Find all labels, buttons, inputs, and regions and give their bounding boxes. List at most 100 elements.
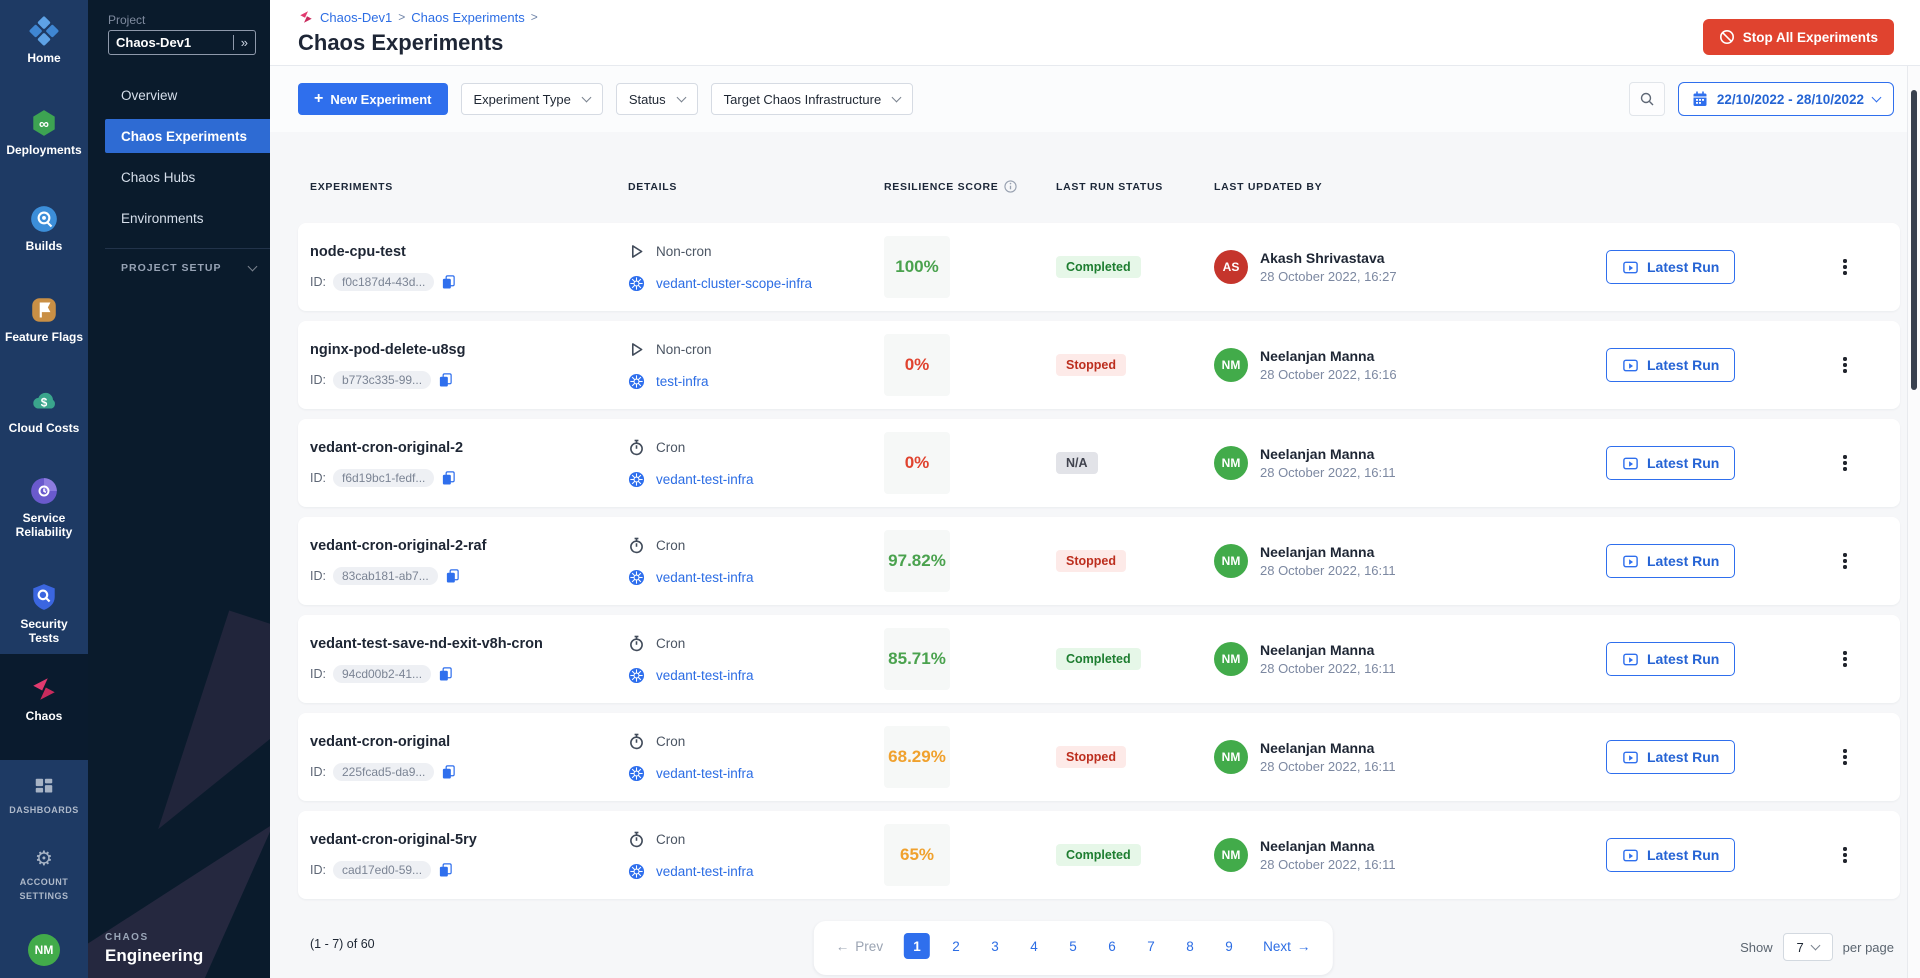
page-button[interactable]: 7 bbox=[1138, 933, 1164, 959]
status-filter[interactable]: Status bbox=[616, 83, 698, 115]
project-selector[interactable]: Chaos-Dev1 » bbox=[108, 30, 256, 55]
page-button[interactable]: 3 bbox=[982, 933, 1008, 959]
updated-by-name: Akash Shrivastava bbox=[1260, 250, 1397, 266]
page-button[interactable]: 6 bbox=[1099, 933, 1125, 959]
infrastructure-link[interactable]: test-infra bbox=[656, 374, 709, 389]
row-menu-kebab-icon[interactable] bbox=[1836, 451, 1854, 475]
builds-icon bbox=[29, 204, 59, 234]
table-row[interactable]: vedant-cron-original-5ry ID: cad17ed0-59… bbox=[298, 811, 1900, 899]
next-page-button[interactable]: Next → bbox=[1263, 939, 1310, 954]
sidebar-item-overview[interactable]: Overview bbox=[105, 78, 270, 112]
updated-by-name: Neelanjan Manna bbox=[1260, 838, 1396, 854]
page-button[interactable]: 2 bbox=[943, 933, 969, 959]
search-button[interactable] bbox=[1629, 82, 1665, 116]
latest-run-button[interactable]: Latest Run bbox=[1606, 250, 1735, 284]
experiments-list: node-cpu-test ID: f0c187d4-43d... Non-cr… bbox=[270, 223, 1920, 899]
sidebar-item-chaos-hubs[interactable]: Chaos Hubs bbox=[105, 160, 270, 194]
row-menu-kebab-icon[interactable] bbox=[1836, 353, 1854, 377]
infrastructure-link[interactable]: vedant-test-infra bbox=[656, 570, 754, 585]
latest-run-button[interactable]: Latest Run bbox=[1606, 740, 1735, 774]
run-video-icon bbox=[1622, 553, 1639, 570]
sidebar-item-home[interactable]: Home bbox=[0, 16, 88, 65]
updated-date: 28 October 2022, 16:16 bbox=[1260, 367, 1397, 382]
play-icon bbox=[628, 243, 645, 260]
copy-icon[interactable] bbox=[445, 568, 460, 583]
breadcrumb-experiments-link[interactable]: Chaos Experiments bbox=[411, 10, 524, 25]
gear-icon: ⚙ bbox=[33, 848, 55, 870]
sidebar-item-chaos[interactable]: Chaos bbox=[0, 674, 88, 723]
user-avatar[interactable]: NM bbox=[28, 934, 60, 966]
infrastructure-link[interactable]: vedant-cluster-scope-infra bbox=[656, 276, 812, 291]
row-menu-kebab-icon[interactable] bbox=[1836, 549, 1854, 573]
row-menu-kebab-icon[interactable] bbox=[1836, 745, 1854, 769]
sidebar-item-deployments[interactable]: ∞ Deployments bbox=[0, 108, 88, 157]
page-size-select[interactable]: 7 bbox=[1783, 933, 1833, 961]
experiment-id: f0c187d4-43d... bbox=[333, 273, 434, 291]
sidebar-item-dashboards[interactable]: DASHBOARDS bbox=[0, 776, 88, 817]
kubernetes-icon bbox=[628, 569, 645, 586]
sidebar-item-security-tests[interactable]: Security Tests bbox=[0, 582, 88, 645]
stop-all-experiments-button[interactable]: Stop All Experiments bbox=[1703, 19, 1894, 55]
page-button[interactable]: 8 bbox=[1177, 933, 1203, 959]
page-button[interactable]: 9 bbox=[1216, 933, 1242, 959]
copy-icon[interactable] bbox=[441, 274, 456, 289]
play-icon bbox=[628, 341, 645, 358]
project-setup-toggle[interactable]: PROJECT SETUP bbox=[121, 262, 256, 274]
experiment-name: vedant-cron-original-2-raf bbox=[310, 538, 628, 554]
kubernetes-icon bbox=[628, 863, 645, 880]
resilience-score: 97.82% bbox=[884, 530, 950, 592]
stopwatch-icon bbox=[628, 537, 645, 554]
page-button[interactable]: 1 bbox=[904, 933, 930, 959]
infrastructure-link[interactable]: vedant-test-infra bbox=[656, 668, 754, 683]
new-experiment-button[interactable]: + New Experiment bbox=[298, 83, 448, 115]
collapse-sidebar-icon[interactable]: » bbox=[233, 35, 248, 50]
avatar: NM bbox=[1214, 348, 1248, 382]
scrollbar-thumb[interactable] bbox=[1911, 90, 1917, 390]
copy-icon[interactable] bbox=[438, 372, 453, 387]
row-menu-kebab-icon[interactable] bbox=[1836, 647, 1854, 671]
latest-run-button[interactable]: Latest Run bbox=[1606, 544, 1735, 578]
prev-page-button[interactable]: ← Prev bbox=[836, 939, 883, 954]
experiment-type-filter[interactable]: Experiment Type bbox=[461, 83, 603, 115]
infrastructure-link[interactable]: vedant-test-infra bbox=[656, 472, 754, 487]
table-row[interactable]: vedant-cron-original-2 ID: f6d19bc1-fedf… bbox=[298, 419, 1900, 507]
infrastructure-link[interactable]: vedant-test-infra bbox=[656, 766, 754, 781]
copy-icon[interactable] bbox=[441, 470, 456, 485]
sidebar-item-service-reliability[interactable]: Service Reliability bbox=[0, 476, 88, 539]
cloud-costs-icon: $ bbox=[29, 386, 59, 416]
page-button[interactable]: 4 bbox=[1021, 933, 1047, 959]
latest-run-button[interactable]: Latest Run bbox=[1606, 348, 1735, 382]
date-range-picker[interactable]: 22/10/2022 - 28/10/2022 bbox=[1678, 82, 1894, 116]
info-icon[interactable] bbox=[1004, 180, 1017, 193]
run-video-icon bbox=[1622, 357, 1639, 374]
updated-by-name: Neelanjan Manna bbox=[1260, 348, 1397, 364]
sidebar-item-account-settings[interactable]: ⚙ ACCOUNT SETTINGS bbox=[0, 848, 88, 903]
sidebar-item-feature-flags[interactable]: Feature Flags bbox=[0, 295, 88, 344]
latest-run-button[interactable]: Latest Run bbox=[1606, 642, 1735, 676]
table-row[interactable]: vedant-cron-original ID: 225fcad5-da9...… bbox=[298, 713, 1900, 801]
table-row[interactable]: vedant-cron-original-2-raf ID: 83cab181-… bbox=[298, 517, 1900, 605]
row-menu-kebab-icon[interactable] bbox=[1836, 255, 1854, 279]
table-row[interactable]: nginx-pod-delete-u8sg ID: b773c335-99...… bbox=[298, 321, 1900, 409]
status-badge: Stopped bbox=[1056, 746, 1126, 768]
page-button[interactable]: 5 bbox=[1060, 933, 1086, 959]
copy-icon[interactable] bbox=[441, 764, 456, 779]
chaos-breadcrumb-icon bbox=[298, 9, 314, 25]
copy-icon[interactable] bbox=[438, 666, 453, 681]
sidebar-item-chaos-experiments[interactable]: Chaos Experiments bbox=[105, 119, 270, 153]
table-row[interactable]: node-cpu-test ID: f0c187d4-43d... Non-cr… bbox=[298, 223, 1900, 311]
breadcrumb-project-link[interactable]: Chaos-Dev1 bbox=[320, 10, 392, 25]
resilience-score: 68.29% bbox=[884, 726, 950, 788]
latest-run-button[interactable]: Latest Run bbox=[1606, 446, 1735, 480]
infrastructure-link[interactable]: vedant-test-infra bbox=[656, 864, 754, 879]
latest-run-button[interactable]: Latest Run bbox=[1606, 838, 1735, 872]
chevron-down-icon bbox=[892, 93, 902, 103]
sidebar-item-builds[interactable]: Builds bbox=[0, 204, 88, 253]
copy-icon[interactable] bbox=[438, 862, 453, 877]
sidebar-item-cloud-costs[interactable]: $ Cloud Costs bbox=[0, 386, 88, 435]
row-menu-kebab-icon[interactable] bbox=[1836, 843, 1854, 867]
sidebar-item-environments[interactable]: Environments bbox=[105, 201, 270, 235]
table-row[interactable]: vedant-test-save-nd-exit-v8h-cron ID: 94… bbox=[298, 615, 1900, 703]
stopwatch-icon bbox=[628, 831, 645, 848]
target-infrastructure-filter[interactable]: Target Chaos Infrastructure bbox=[711, 83, 914, 115]
